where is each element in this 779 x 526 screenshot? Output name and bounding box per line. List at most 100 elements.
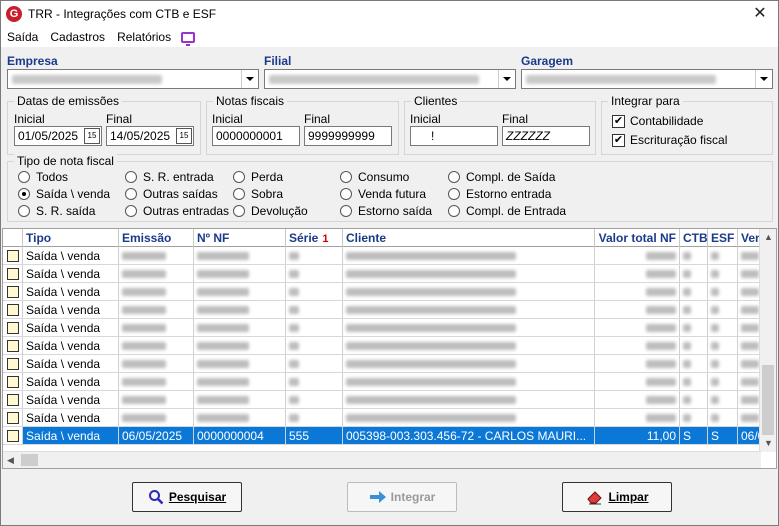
radio-venda-futura[interactable]: Venda futura: [340, 187, 426, 201]
table-row[interactable]: Saída \ venda: [3, 337, 776, 355]
nota-final-field[interactable]: 9999999999: [304, 126, 392, 146]
table-row[interactable]: Saída \ venda: [3, 265, 776, 283]
header-esf[interactable]: ESF: [708, 229, 738, 247]
horizontal-scrollbar[interactable]: ◀: [3, 451, 761, 468]
checkbox-check-icon[interactable]: ✔: [612, 133, 625, 147]
scroll-thumb[interactable]: [21, 454, 38, 466]
cell-tipo: Saída \ venda: [23, 319, 119, 336]
table-row[interactable]: Saída \ venda: [3, 301, 776, 319]
radio-perda[interactable]: Perda: [233, 170, 283, 184]
radio-sr-saida[interactable]: S. R. saída: [18, 204, 95, 218]
radio-estorno-entrada[interactable]: Estorno entrada: [448, 187, 551, 201]
row-checkbox[interactable]: [3, 391, 23, 408]
row-checkbox[interactable]: [3, 247, 23, 264]
calendar-icon[interactable]: 15: [84, 128, 100, 144]
header-emissao[interactable]: Emissão: [119, 229, 194, 247]
cell-ctb: S: [680, 427, 708, 444]
radio-outras-entradas[interactable]: Outras entradas: [125, 204, 229, 218]
vertical-scrollbar[interactable]: ▲ ▼: [759, 229, 776, 452]
header-valor[interactable]: Valor total NF: [595, 229, 680, 247]
cliente-inicial-field[interactable]: !: [410, 126, 498, 146]
notas-grid[interactable]: Tipo Emissão Nº NF Série 1 Cliente Valor …: [2, 228, 777, 469]
cell-redacted: [708, 301, 738, 318]
cell-redacted: [708, 283, 738, 300]
scroll-left-icon[interactable]: ◀: [7, 455, 14, 466]
radio-sobra[interactable]: Sobra: [233, 187, 283, 201]
table-row[interactable]: Saída \ venda: [3, 373, 776, 391]
radio-devolucao[interactable]: Devolução: [233, 204, 308, 218]
garagem-select[interactable]: [521, 69, 773, 89]
row-checkbox[interactable]: [3, 337, 23, 354]
cliente-final-field[interactable]: ZZZZZZ: [502, 126, 590, 146]
empresa-label: Empresa: [7, 54, 58, 68]
radio-estorno-saida[interactable]: Estorno saída: [340, 204, 432, 218]
empresa-select[interactable]: [7, 69, 259, 89]
calendar-icon[interactable]: 15: [176, 128, 192, 144]
row-checkbox[interactable]: [3, 319, 23, 336]
monitor-icon[interactable]: [181, 31, 196, 46]
radio-saida-venda[interactable]: Saída \ venda: [18, 187, 110, 201]
row-checkbox[interactable]: [3, 301, 23, 318]
scroll-down-icon[interactable]: ▼: [764, 438, 773, 448]
cell-redacted: [286, 301, 343, 318]
escrituracao-checkbox[interactable]: ✔ Escrituração fiscal: [612, 133, 727, 147]
notas-group: Notas fiscais Inicial Final 0000000001 9…: [206, 94, 399, 155]
radio-compl-entrada[interactable]: Compl. de Entrada: [448, 204, 566, 218]
cell-redacted: [708, 373, 738, 390]
menu-cadastros[interactable]: Cadastros: [44, 30, 111, 44]
table-row[interactable]: Saída \ venda: [3, 319, 776, 337]
radio-sr-entrada[interactable]: S. R. entrada: [125, 170, 214, 184]
header-nf[interactable]: Nº NF: [194, 229, 286, 247]
checkbox-check-icon[interactable]: ✔: [612, 114, 625, 128]
menu-saida[interactable]: Saída: [1, 30, 44, 44]
scroll-thumb[interactable]: [762, 365, 774, 435]
menu-bar: Saída Cadastros Relatórios: [1, 27, 778, 47]
table-row[interactable]: Saída \ venda: [3, 391, 776, 409]
row-checkbox[interactable]: [3, 409, 23, 426]
nota-inicial-field[interactable]: 0000000001: [212, 126, 300, 146]
row-checkbox[interactable]: [3, 355, 23, 372]
table-row[interactable]: Saída \ venda: [3, 355, 776, 373]
close-button[interactable]: ✕: [750, 4, 770, 24]
cell-redacted: [708, 247, 738, 264]
integrar-button[interactable]: Integrar: [347, 482, 457, 512]
cell-redacted: [595, 319, 680, 336]
chevron-down-icon[interactable]: [498, 70, 515, 88]
menu-relatorios[interactable]: Relatórios: [111, 30, 177, 44]
limpar-button[interactable]: Limpar: [562, 482, 672, 512]
table-row[interactable]: Saída \ venda: [3, 283, 776, 301]
contabilidade-checkbox[interactable]: ✔ Contabilidade: [612, 114, 703, 128]
chevron-down-icon[interactable]: [241, 70, 258, 88]
header-tipo[interactable]: Tipo: [23, 229, 119, 247]
main-window: G TRR - Integrações com CTB e ESF ✕ Saíd…: [0, 0, 779, 526]
cell-tipo: Saída \ venda: [23, 247, 119, 264]
datas-title: Datas de emissões: [14, 94, 123, 108]
table-row[interactable]: Saída \ venda: [3, 247, 776, 265]
filial-select[interactable]: [264, 69, 516, 89]
cell-redacted: [708, 265, 738, 282]
header-serie[interactable]: Série 1: [286, 229, 343, 247]
cell-redacted: [343, 391, 595, 408]
row-checkbox[interactable]: [3, 265, 23, 282]
pesquisar-button[interactable]: Pesquisar: [132, 482, 242, 512]
radio-compl-saida[interactable]: Compl. de Saída: [448, 170, 555, 184]
row-checkbox[interactable]: [3, 373, 23, 390]
row-checkbox[interactable]: [3, 283, 23, 300]
radio-consumo[interactable]: Consumo: [340, 170, 409, 184]
cell-redacted: [194, 247, 286, 264]
garagem-label: Garagem: [521, 54, 574, 68]
cell-nf: 0000000004: [194, 427, 286, 444]
header-ctb[interactable]: CTB: [680, 229, 708, 247]
cell-redacted: [194, 337, 286, 354]
table-row[interactable]: Saída \ venda: [3, 409, 776, 427]
cell-tipo: Saída \ venda: [23, 373, 119, 390]
chevron-down-icon[interactable]: [755, 70, 772, 88]
radio-outras-saidas[interactable]: Outras saídas: [125, 187, 218, 201]
row-checkbox[interactable]: [3, 427, 23, 444]
radio-todos[interactable]: Todos: [18, 170, 68, 184]
table-row-selected[interactable]: Saída \ venda 06/05/2025 0000000004 555 …: [3, 427, 776, 445]
header-cliente[interactable]: Cliente: [343, 229, 595, 247]
scroll-up-icon[interactable]: ▲: [764, 232, 773, 242]
cell-esf: S: [708, 427, 738, 444]
eraser-icon: [587, 491, 603, 505]
